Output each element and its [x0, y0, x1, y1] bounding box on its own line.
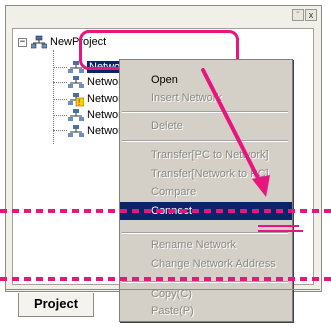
- tab-project[interactable]: Project: [18, 293, 94, 317]
- annotation-arrow: [201, 68, 270, 197]
- annotation-underline: [258, 230, 303, 232]
- annotation-underline: [258, 225, 299, 227]
- tab-strip-line: [5, 289, 320, 290]
